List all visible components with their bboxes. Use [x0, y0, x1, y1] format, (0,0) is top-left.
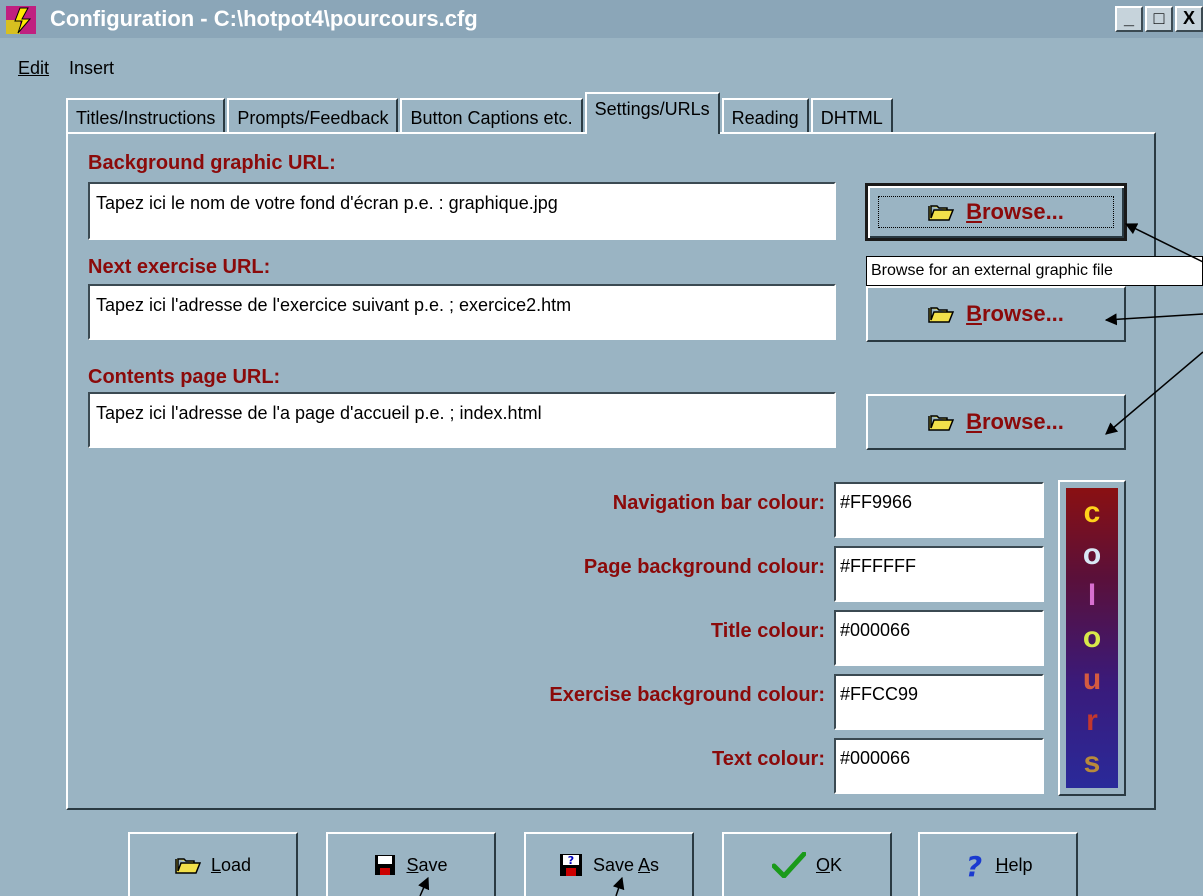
contents-url-label: Contents page URL:	[88, 366, 281, 388]
text-colour-field[interactable]: #000066	[834, 738, 1044, 794]
menu-insert-label: Insert	[69, 58, 115, 78]
maximize-button[interactable]: □	[1145, 6, 1173, 32]
minimize-button[interactable]: _	[1115, 6, 1143, 32]
next-url-label: Next exercise URL:	[88, 256, 271, 278]
help-hotkey: H	[995, 854, 1009, 875]
browse-next-label: Browse...	[966, 301, 1064, 327]
ok-label: OK	[816, 855, 842, 876]
tab-titles-instructions[interactable]: Titles/Instructions	[66, 98, 226, 134]
text-colour-label: Text colour:	[712, 748, 825, 770]
browse-next-button[interactable]: Browse...	[866, 286, 1126, 342]
page-bg-colour-field[interactable]: #FFFFFF	[834, 546, 1044, 602]
browse-tooltip: Browse for an external graphic file	[866, 256, 1203, 286]
tab-strip: Titles/Instructions Prompts/Feedback But…	[66, 92, 895, 134]
close-button[interactable]: X	[1175, 6, 1203, 32]
save-as-hotkey: A	[638, 854, 651, 875]
next-url-field[interactable]: Tapez ici l'adresse de l'exercice suivan…	[88, 284, 836, 340]
colours-button[interactable]: colours	[1058, 480, 1126, 796]
tab-prompts-feedback[interactable]: Prompts/Feedback	[227, 98, 399, 134]
menu-edit[interactable]: Edit	[0, 48, 59, 78]
load-button[interactable]: Load	[128, 832, 298, 896]
save-as-label: Save As	[593, 855, 659, 876]
exercise-bg-colour-field[interactable]: #FFCC99	[834, 674, 1044, 730]
help-rest: elp	[1008, 854, 1033, 875]
help-button[interactable]: ? Help	[918, 832, 1078, 896]
browse-contents-button[interactable]: Browse...	[866, 394, 1126, 450]
ok-hotkey: O	[815, 854, 830, 875]
save-as-button[interactable]: ? Save As	[524, 832, 694, 896]
load-hotkey: L	[210, 854, 221, 875]
colours-button-face: colours	[1066, 488, 1118, 788]
colours-letter: o	[1082, 537, 1102, 571]
svg-text:?: ?	[568, 854, 574, 867]
question-mark-icon: ?	[966, 851, 982, 879]
tab-dhtml[interactable]: DHTML	[810, 98, 893, 134]
load-rest: oad	[220, 854, 252, 875]
browse-next-rest: rowse...	[981, 301, 1064, 326]
load-label: Load	[211, 855, 251, 876]
save-hotkey: S	[406, 854, 419, 875]
folder-open-icon	[928, 307, 955, 323]
title-bar: Configuration - C:\hotpot4\pourcours.cfg…	[0, 0, 1203, 38]
colours-letter: c	[1083, 495, 1101, 529]
colours-letter: s	[1083, 746, 1101, 780]
folder-open-icon	[175, 858, 201, 874]
save-rest: ave	[418, 854, 448, 875]
focus-rectangle	[878, 196, 1114, 228]
save-as-rest: s	[650, 854, 660, 875]
checkmark-icon	[771, 852, 806, 878]
floppy-disk-icon	[375, 855, 396, 875]
nav-bar-colour-field[interactable]: #FF9966	[834, 482, 1044, 538]
background-url-field[interactable]: Tapez ici le nom de votre fond d'écran p…	[88, 182, 836, 240]
page-bg-colour-label: Page background colour:	[583, 556, 825, 578]
tab-button-captions[interactable]: Button Captions etc.	[400, 98, 583, 134]
browse-next-hotkey: B	[966, 301, 982, 326]
save-as-pre: Save	[592, 854, 639, 875]
colours-letter: o	[1082, 620, 1102, 654]
colours-letter: r	[1086, 704, 1098, 738]
menu-bar: Edit Insert	[0, 48, 124, 78]
save-label: Save	[406, 855, 447, 876]
ok-button[interactable]: OK	[722, 832, 892, 896]
contents-url-field[interactable]: Tapez ici l'adresse de l'a page d'accuei…	[88, 392, 836, 448]
help-label: Help	[995, 855, 1032, 876]
save-button[interactable]: Save	[326, 832, 496, 896]
colours-letter: u	[1082, 662, 1102, 696]
title-colour-label: Title colour:	[710, 620, 825, 642]
ok-rest: K	[830, 854, 843, 875]
floppy-disk-question-icon: ?	[559, 854, 582, 876]
folder-open-icon	[928, 415, 955, 431]
hotpotatoes-app-icon[interactable]	[6, 6, 36, 34]
svg-text:?: ?	[966, 851, 982, 879]
background-url-label: Background graphic URL:	[88, 152, 336, 174]
tab-settings-urls[interactable]: Settings/URLs	[584, 92, 720, 134]
nav-bar-colour-label: Navigation bar colour:	[612, 492, 825, 514]
title-colour-field[interactable]: #000066	[834, 610, 1044, 666]
window-title: Configuration - C:\hotpot4\pourcours.cfg	[50, 6, 478, 31]
browse-contents-rest: rowse...	[981, 409, 1064, 434]
exercise-bg-colour-label: Exercise background colour:	[549, 684, 825, 706]
tab-reading[interactable]: Reading	[721, 98, 809, 134]
colours-letter: l	[1087, 579, 1097, 613]
menu-insert[interactable]: Insert	[59, 48, 124, 78]
menu-edit-label: Edit	[18, 58, 50, 78]
browse-contents-label: Browse...	[966, 409, 1064, 435]
browse-contents-hotkey: B	[966, 409, 982, 434]
browse-background-button[interactable]: Browse...	[865, 183, 1127, 241]
